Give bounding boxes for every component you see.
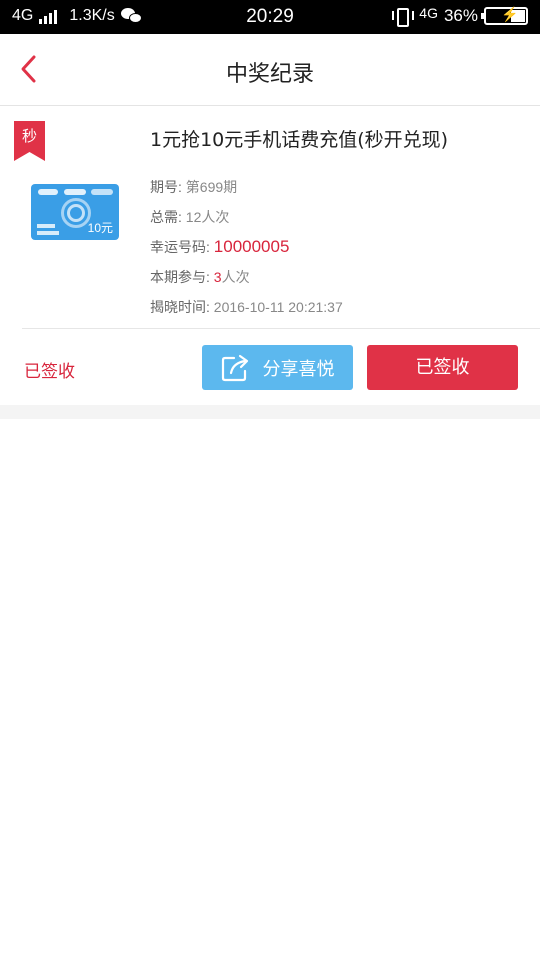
joined-label: 本期参与: bbox=[150, 269, 210, 285]
empty-content-area bbox=[0, 419, 540, 960]
divider bbox=[22, 328, 540, 329]
seckill-tag-label: 秒 bbox=[21, 127, 37, 145]
status-bar-right: 4G 36% ⚡ bbox=[391, 5, 528, 27]
reveal-time-label: 揭晓时间: bbox=[150, 299, 210, 315]
total-value: 12人次 bbox=[185, 209, 230, 225]
lucky-number-value: 10000005 bbox=[213, 237, 290, 256]
carrier-logo-icon bbox=[38, 189, 58, 195]
carrier-logo-icon bbox=[91, 189, 113, 195]
win-record-card: 秒 1元抢10元手机话费充值(秒开兑现) 10元 期号: 第699期 总需: 1… bbox=[0, 107, 540, 405]
total-row: 总需: 12人次 bbox=[150, 207, 343, 237]
period-row: 期号: 第699期 bbox=[150, 177, 343, 207]
record-info: 期号: 第699期 总需: 12人次 幸运号码: 10000005 本期参与: … bbox=[150, 177, 343, 327]
lucky-number-row: 幸运号码: 10000005 bbox=[150, 237, 343, 267]
card-denomination: 10元 bbox=[87, 221, 113, 235]
joined-row: 本期参与: 3人次 bbox=[150, 267, 343, 297]
reveal-time-row: 揭晓时间: 2016-10-11 20:21:37 bbox=[150, 297, 343, 327]
battery-percent: 36% bbox=[443, 6, 478, 25]
share-icon bbox=[221, 354, 248, 381]
joined-count: 3 bbox=[213, 269, 222, 285]
page-title: 中奖纪录 bbox=[225, 62, 314, 87]
network-type-right: 4G bbox=[419, 5, 438, 21]
vibrate-icon bbox=[391, 8, 415, 27]
share-joy-button[interactable]: 分享喜悦 bbox=[202, 345, 353, 390]
app-header: 中奖纪录 bbox=[0, 34, 540, 106]
carrier-logo-icon bbox=[64, 189, 86, 195]
total-label: 总需: bbox=[150, 209, 182, 225]
lucky-number-label: 幸运号码: bbox=[150, 239, 210, 255]
delivery-status: 已签收 bbox=[24, 362, 75, 382]
share-joy-label: 分享喜悦 bbox=[262, 358, 335, 380]
status-bar: 4G 1.3K/s 20:29 4G 36% ⚡ bbox=[0, 0, 540, 34]
joined-unit: 人次 bbox=[221, 269, 250, 285]
period-value: 第699期 bbox=[185, 179, 238, 195]
seckill-tag: 秒 bbox=[14, 121, 45, 161]
period-label: 期号: bbox=[150, 179, 182, 195]
signed-button[interactable]: 已签收 bbox=[367, 345, 518, 390]
product-title[interactable]: 1元抢10元手机话费充值(秒开兑现) bbox=[150, 125, 448, 152]
product-thumbnail[interactable]: 10元 bbox=[31, 184, 119, 240]
reveal-time-value: 2016-10-11 20:21:37 bbox=[213, 299, 343, 315]
battery-icon: ⚡ bbox=[481, 6, 528, 25]
section-separator bbox=[0, 405, 540, 419]
